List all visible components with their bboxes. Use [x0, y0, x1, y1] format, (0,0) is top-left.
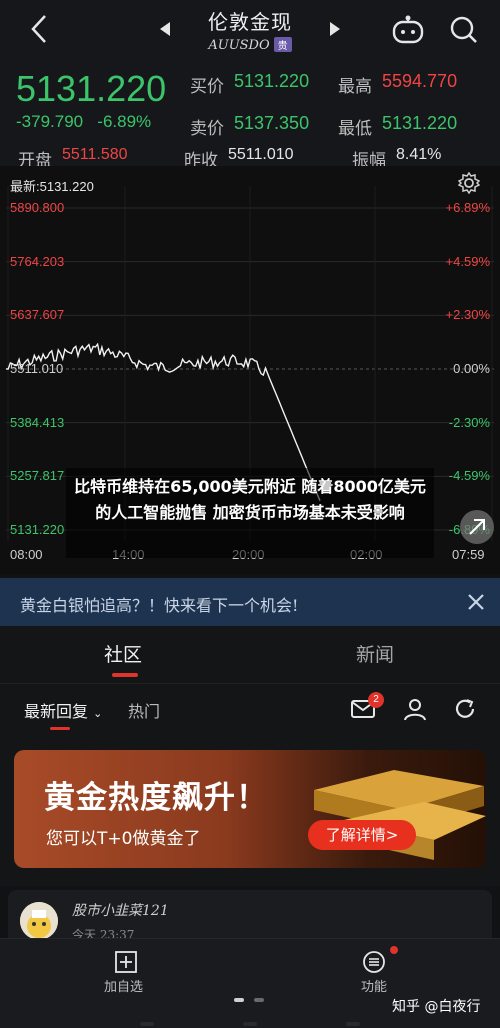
y-axis-right-label: +6.89% — [445, 200, 490, 215]
symbol-title: 伦敦金现 — [208, 10, 292, 34]
chevron-left-icon — [31, 15, 46, 43]
post-username[interactable]: 股市小韭菜121 — [72, 900, 169, 920]
bid-value: 5131.220 — [234, 71, 310, 91]
notification-dot — [390, 946, 398, 954]
promo-subtitle: 您可以T+0做黄金了 — [46, 829, 201, 849]
add-watchlist-label[interactable]: 加自选 — [104, 976, 143, 995]
subtab-latest-reply[interactable]: 最新回复 ⌄ — [24, 698, 102, 722]
robot-assistant-icon[interactable] — [391, 14, 425, 46]
y-axis-right-label: -4.59% — [448, 468, 490, 484]
y-axis-right-label: 0.00% — [453, 361, 490, 376]
y-axis-left-label: 5384.413 — [10, 414, 65, 430]
y-axis-left-label: 5890.800 — [10, 200, 65, 215]
notice-text: 黄金白银怕追高？！快来看下一个机会! — [20, 596, 299, 615]
price-change: -379.790 -6.89% — [16, 112, 152, 131]
y-axis-right-label: -2.30% — [448, 414, 490, 430]
active-subtab-indicator — [50, 727, 70, 730]
menu-icon[interactable] — [362, 950, 386, 974]
symbol-title-block: 伦敦金现 AUUSDO 贵 — [150, 6, 350, 53]
y-axis-left-label: 5637.607 — [10, 307, 65, 323]
open-value: 5511.580 — [62, 146, 128, 163]
add-watchlist-icon[interactable] — [114, 950, 138, 974]
subtab-hot[interactable]: 热门 — [128, 698, 160, 722]
x-axis-label: 07:59 — [452, 547, 485, 562]
high-label: 最高 — [338, 77, 372, 97]
next-symbol-button[interactable] — [330, 22, 340, 36]
mail-count-badge: 2 — [368, 692, 384, 708]
function-label[interactable]: 功能 — [361, 976, 387, 995]
x-axis-label: 08:00 — [10, 547, 43, 562]
ask-label: 卖价 — [190, 119, 224, 139]
close-icon[interactable] — [462, 588, 490, 616]
search-icon[interactable] — [448, 14, 480, 46]
avatar[interactable] — [20, 902, 58, 940]
tab-news[interactable]: 新闻 — [356, 640, 394, 667]
back-button[interactable] — [24, 12, 54, 46]
learn-more-button[interactable]: 了解详情> — [308, 820, 416, 850]
low-value: 5131.220 — [382, 113, 458, 133]
system-nav-recent[interactable] — [346, 1022, 360, 1026]
prev-close-value: 5511.010 — [228, 146, 294, 163]
y-axis-left-label: 5131.220 — [10, 522, 65, 537]
high-value: 5594.770 — [382, 71, 458, 91]
bid-label: 买价 — [190, 77, 224, 97]
y-axis-left-label: 5257.817 — [10, 468, 65, 484]
watermark: 知乎 @白夜行 — [392, 999, 481, 1015]
system-nav-home[interactable] — [243, 1022, 257, 1026]
symbol-code: AUUSDO 贵 — [150, 37, 350, 53]
y-axis-right-label: +4.59% — [445, 253, 490, 269]
content-tabs — [0, 626, 500, 684]
y-axis-right-label: +2.30% — [445, 307, 490, 323]
low-label: 最低 — [338, 119, 372, 139]
user-icon[interactable] — [402, 696, 428, 722]
last-price: 5131.220 — [16, 68, 167, 109]
y-axis-left-label: 5764.203 — [10, 253, 65, 269]
promo-title: 黄金热度飙升！ — [44, 780, 268, 816]
tab-community[interactable]: 社区 — [104, 640, 142, 667]
system-nav-back[interactable] — [140, 1022, 154, 1026]
pager-dot — [254, 998, 264, 1002]
active-tab-indicator — [112, 673, 138, 677]
category-badge: 贵 — [273, 37, 292, 52]
news-overlay-text[interactable]: 比特币维持在65,000美元附近 随着8000亿美元的人工智能抛售 加密货币市场… — [70, 474, 430, 526]
amplitude-value: 8.41% — [396, 146, 442, 163]
y-axis-left-label: 5511.010 — [10, 361, 64, 376]
pager-dot-active — [234, 998, 244, 1002]
ask-value: 5137.350 — [234, 113, 310, 133]
refresh-icon[interactable] — [452, 696, 478, 722]
chart-fullscreen-button[interactable] — [460, 510, 494, 544]
